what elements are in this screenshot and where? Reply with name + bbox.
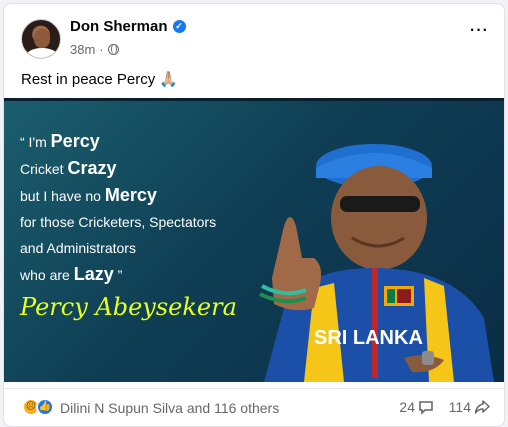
post-text: Rest in peace Percy 🙏🏼 — [21, 71, 179, 88]
author-row: Don Sherman ✓ — [70, 18, 186, 35]
post-timestamp[interactable]: 38m — [70, 42, 95, 57]
reactions-label[interactable]: Dilini N Supun Silva and 116 others — [60, 400, 279, 416]
quote-text: “ I'm Percy Cricket Crazy but I have no … — [20, 131, 217, 284]
post-meta: 38m · — [70, 42, 119, 57]
post-image[interactable]: “ I'm Percy Cricket Crazy but I have no … — [4, 98, 504, 382]
comments-count[interactable]: 24 — [399, 399, 434, 415]
comment-icon — [419, 401, 433, 415]
reaction-icons[interactable]: ☹ 👍 — [22, 398, 54, 416]
public-globe-icon — [107, 44, 119, 55]
author-avatar[interactable] — [21, 19, 61, 59]
percy-illustration: SRI LANKA — [259, 144, 494, 382]
shirt-text: SRI LANKA — [314, 327, 423, 349]
shares-count[interactable]: 114 — [449, 399, 490, 415]
verified-badge-icon: ✓ — [172, 20, 186, 33]
share-icon — [474, 400, 490, 414]
post-header: Don Sherman ✓ 38m · ··· — [4, 4, 504, 64]
author-name[interactable]: Don Sherman — [70, 18, 168, 35]
reaction-bar: ☹ 👍 Dilini N Supun Silva and 116 others … — [4, 388, 504, 425]
like-reaction-icon: 👍 — [36, 398, 54, 416]
signature-text: Percy Abeysekera — [20, 293, 237, 321]
post-card: Don Sherman ✓ 38m · ··· Rest in peace Pe… — [3, 3, 505, 427]
more-options-icon[interactable]: ··· — [466, 18, 490, 46]
